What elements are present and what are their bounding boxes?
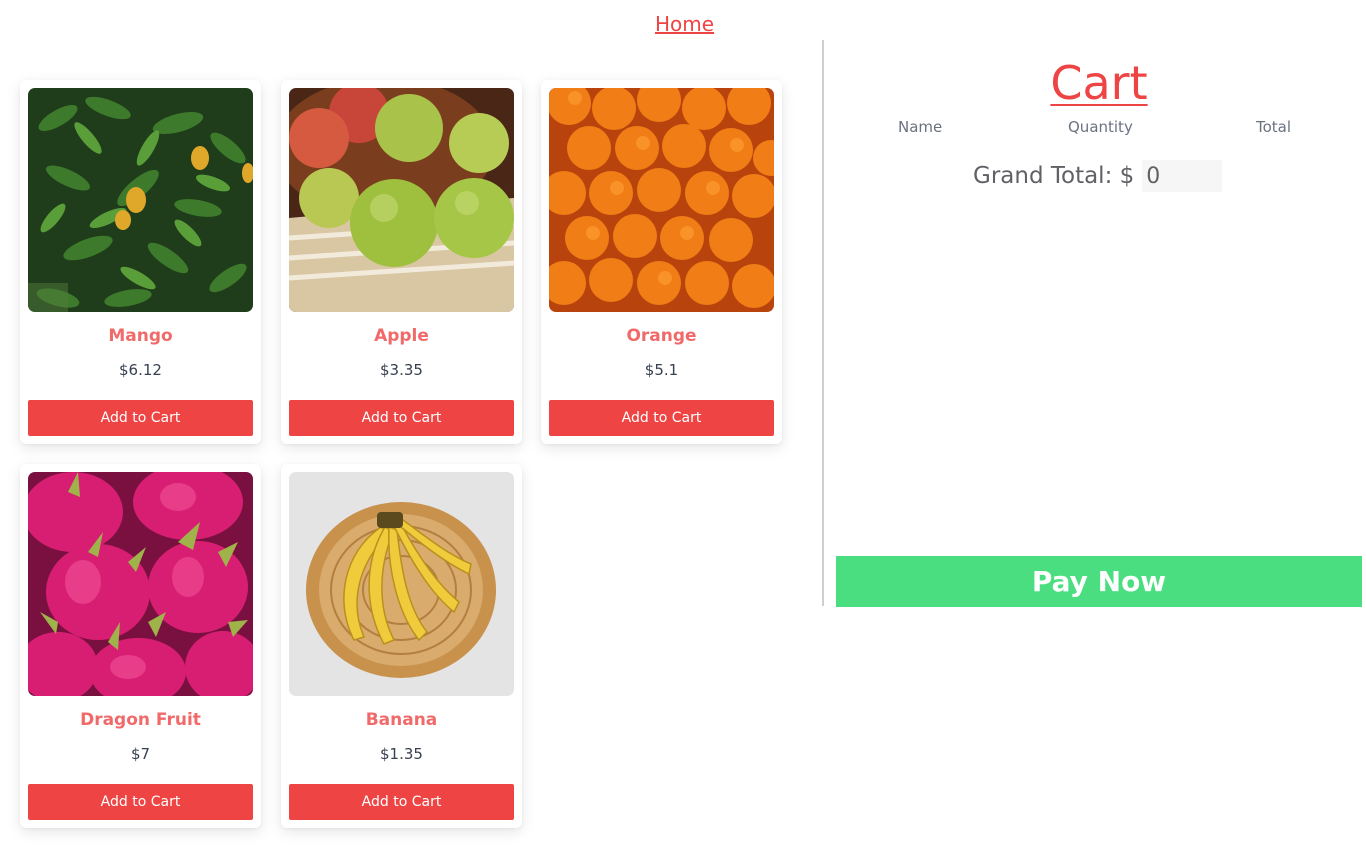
grand-total-field[interactable] xyxy=(1142,160,1223,192)
product-price: $6.12 xyxy=(119,361,162,379)
orange-image xyxy=(549,88,774,312)
divider xyxy=(822,40,824,606)
cart-header-quantity: Quantity xyxy=(1068,118,1133,136)
add-to-cart-button-dragon-fruit[interactable]: Add to Cart xyxy=(28,784,253,820)
apple-image xyxy=(289,88,514,312)
product-card-banana: Banana $1.35 Add to Cart xyxy=(281,464,522,828)
product-card-mango: Mango $6.12 Add to Cart xyxy=(20,80,261,444)
product-card-orange: Orange $5.1 Add to Cart xyxy=(541,80,782,444)
cart-header-total: Total xyxy=(1256,118,1292,136)
product-price: $7 xyxy=(130,745,151,763)
product-card-dragon-fruit: Dragon Fruit $7 Add to Cart xyxy=(20,464,261,828)
product-name: Dragon Fruit xyxy=(80,710,201,730)
grand-total: Grand Total: $ xyxy=(973,160,1223,192)
add-to-cart-button-orange[interactable]: Add to Cart xyxy=(549,400,774,436)
product-price: $1.35 xyxy=(380,745,423,763)
product-card-apple: Apple $3.35 Add to Cart xyxy=(281,80,522,444)
cart-title: Cart xyxy=(1050,56,1148,110)
product-price: $5.1 xyxy=(644,361,679,379)
product-name: Banana xyxy=(365,710,438,730)
dragon-fruit-image xyxy=(28,472,253,696)
add-to-cart-button-mango[interactable]: Add to Cart xyxy=(28,400,253,436)
banana-image xyxy=(289,472,514,696)
product-name: Mango xyxy=(108,326,173,346)
mango-image xyxy=(28,88,253,312)
product-name: Apple xyxy=(374,326,429,346)
product-price: $3.35 xyxy=(380,361,423,379)
grand-total-label: Grand Total: $ xyxy=(973,163,1135,189)
product-name: Orange xyxy=(626,326,697,346)
pay-now-button[interactable]: Pay Now xyxy=(836,556,1362,607)
cart-header-name: Name xyxy=(898,118,943,136)
add-to-cart-button-apple[interactable]: Add to Cart xyxy=(289,400,514,436)
home-link[interactable]: Home xyxy=(655,12,714,36)
add-to-cart-button-banana[interactable]: Add to Cart xyxy=(289,784,514,820)
